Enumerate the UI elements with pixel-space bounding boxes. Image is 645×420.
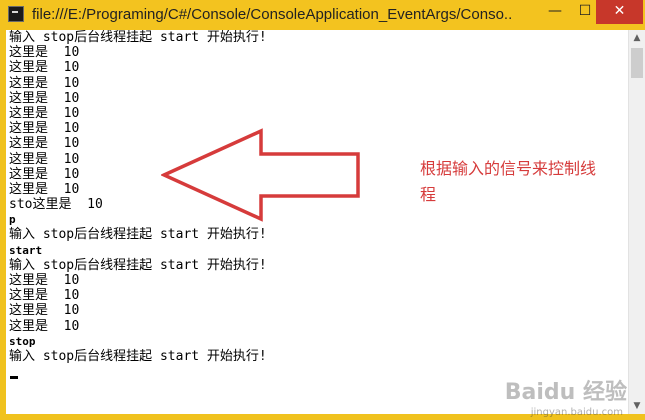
console-line: 这里是 10 xyxy=(9,105,80,121)
text-cursor xyxy=(10,376,18,379)
console-line: start xyxy=(9,243,43,257)
watermark-logo: Baidu 经验 xyxy=(504,380,627,405)
console-line: 这里是 10 xyxy=(9,303,80,319)
window-title: file:///E:/Programing/C#/Console/Console… xyxy=(32,6,512,23)
console-window: file:///E:/Programing/C#/Console/Console… xyxy=(0,0,645,420)
left-arrow-annotation xyxy=(161,128,360,222)
console-line: 这里是 10 xyxy=(9,273,80,288)
minimize-button[interactable]: — xyxy=(540,0,570,24)
console-line: 输入 stop后台线程挂起 start 开始执行! xyxy=(9,30,267,45)
watermark-site: jingyan.baidu.com xyxy=(530,407,623,418)
arrow-shape xyxy=(161,128,360,222)
vertical-scrollbar[interactable]: ▲ ▼ xyxy=(628,30,645,414)
console-output-area[interactable]: 输入 stop后台线程挂起 start 开始执行! 这里是 10 这里是 10 这里是… xyxy=(6,30,639,414)
console-line: stop xyxy=(9,334,36,348)
scroll-up-icon[interactable]: ▲ xyxy=(629,30,645,46)
console-line: 这里是 10 xyxy=(9,45,80,61)
console-line: 这里是 10 xyxy=(9,90,80,106)
console-line: 这里是 10 xyxy=(9,288,80,304)
console-line: 输入 stop后台线程挂起 start 开始执行! xyxy=(9,227,267,243)
console-line: 输入 stop后台线程挂起 start 开始执行! xyxy=(9,348,267,364)
console-line: 输入 stop后台线程挂起 start 开始执行! xyxy=(9,257,267,273)
scroll-down-icon[interactable]: ▼ xyxy=(629,398,645,414)
console-line: 这里是 10 xyxy=(9,75,80,91)
console-app-icon xyxy=(8,6,24,22)
console-line: 这里是 10 xyxy=(9,60,80,76)
title-bar[interactable]: file:///E:/Programing/C#/Console/Console… xyxy=(0,0,645,30)
close-button[interactable]: ✕ xyxy=(596,0,643,24)
console-line: 这里是 10 xyxy=(9,318,80,334)
annotation-text: 根据输入的信号来控制线程 xyxy=(420,159,597,204)
scroll-thumb[interactable] xyxy=(631,48,643,78)
